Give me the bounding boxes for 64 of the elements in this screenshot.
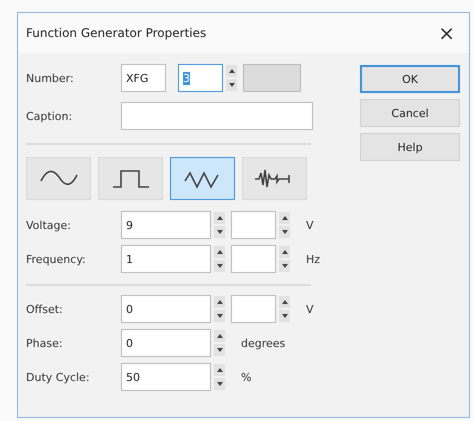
unit-label: Hz — [306, 252, 320, 266]
down-arrow-icon — [216, 348, 222, 352]
dialog-button[interactable]: Help — [360, 133, 460, 161]
up-arrow-icon — [282, 250, 288, 254]
spin-down-button[interactable] — [279, 226, 290, 238]
spin-down-button[interactable] — [226, 79, 237, 91]
down-arrow-icon — [216, 382, 222, 386]
spin-up-button[interactable] — [226, 65, 237, 77]
spin-down-button[interactable] — [214, 260, 225, 272]
dialog-button[interactable]: OK — [360, 65, 460, 93]
unit-label: V — [306, 218, 314, 232]
down-arrow-icon — [216, 264, 222, 268]
input-field[interactable] — [231, 211, 276, 239]
spin-down-button[interactable] — [214, 344, 225, 356]
spin-up-button[interactable] — [214, 212, 225, 224]
input-field[interactable] — [231, 245, 276, 273]
spin-down-button[interactable] — [214, 378, 225, 390]
up-arrow-icon — [216, 216, 222, 220]
field-label: Offset: — [26, 302, 64, 316]
field-label: Voltage: — [26, 218, 72, 232]
unit-label: V — [306, 302, 314, 316]
up-arrow-icon — [282, 216, 288, 220]
waveform-button[interactable] — [170, 157, 235, 200]
down-arrow-icon — [216, 314, 222, 318]
up-arrow-icon — [216, 300, 222, 304]
spin-up-button[interactable] — [214, 330, 225, 342]
spin-down-button[interactable] — [279, 310, 290, 322]
field-label: Duty Cycle: — [26, 370, 91, 384]
spin-up-button[interactable] — [214, 364, 225, 376]
up-arrow-icon — [228, 69, 234, 73]
down-arrow-icon — [228, 83, 234, 87]
spin-down-button[interactable] — [214, 310, 225, 322]
up-arrow-icon — [216, 250, 222, 254]
field-label: Frequency: — [26, 252, 87, 266]
down-arrow-icon — [282, 230, 288, 234]
window-title: Function Generator Properties — [26, 26, 206, 40]
prefix-field[interactable]: XFG — [121, 64, 166, 92]
field-label: Number: — [26, 72, 75, 84]
close-button[interactable]: × — [434, 21, 459, 45]
up-arrow-icon — [216, 368, 222, 372]
spin-up-button[interactable] — [214, 296, 225, 308]
down-arrow-icon — [282, 264, 288, 268]
field-label: Caption: — [26, 110, 74, 122]
input-field[interactable]: 1 — [121, 245, 211, 273]
up-arrow-icon — [216, 334, 222, 338]
input-field[interactable] — [231, 295, 276, 323]
spin-up-button[interactable] — [279, 296, 290, 308]
caption-field[interactable] — [121, 102, 313, 130]
unit-label: degrees — [241, 336, 286, 350]
spin-up-button[interactable] — [214, 246, 225, 258]
spin-up-button[interactable] — [279, 246, 290, 258]
spin-up-button[interactable] — [279, 212, 290, 224]
input-field[interactable]: 0 — [121, 329, 211, 357]
input-field[interactable]: 9 — [121, 211, 211, 239]
down-arrow-icon — [282, 314, 288, 318]
spin-down-button[interactable] — [214, 226, 225, 238]
dialog-button[interactable]: Cancel — [360, 99, 460, 127]
up-arrow-icon — [282, 300, 288, 304]
unit-label: % — [241, 370, 252, 384]
field-label: Phase: — [26, 336, 64, 350]
input-field[interactable]: 0 — [121, 295, 211, 323]
down-arrow-icon — [216, 230, 222, 234]
spin-down-button[interactable] — [279, 260, 290, 272]
input-field[interactable]: 50 — [121, 363, 211, 391]
